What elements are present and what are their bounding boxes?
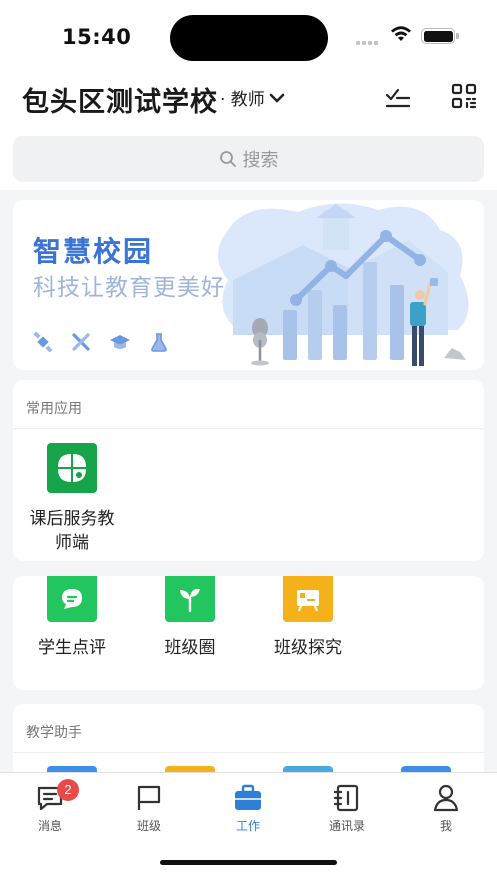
apps-card-2: 学生点评 班级圈 班级探究 xyxy=(13,576,484,690)
person-icon xyxy=(433,784,459,812)
banner-illustration xyxy=(218,203,469,366)
app-label: 学生点评 xyxy=(38,638,106,658)
search-bar[interactable]: 搜索 xyxy=(13,136,484,182)
search-icon xyxy=(219,151,236,167)
tab-label: 工作 xyxy=(235,819,260,833)
contacts-icon xyxy=(333,784,359,812)
clover-icon xyxy=(47,443,97,493)
tools-icon xyxy=(72,333,90,351)
search-placeholder: 搜索 xyxy=(242,150,279,171)
bottom-tab-bar: 2 消息 班级 工作 通讯录 我 xyxy=(0,772,497,883)
battery-icon xyxy=(421,28,459,44)
app-label: 班级圈 xyxy=(164,638,216,658)
sprout-icon xyxy=(165,576,215,622)
tab-messages[interactable]: 2 消息 xyxy=(10,779,90,834)
app-label: 班级探究 xyxy=(274,638,342,658)
role-label: · 教师 xyxy=(220,90,265,110)
flag-icon xyxy=(137,785,161,810)
app-header: 包头区测试学校 · 教师 xyxy=(0,70,497,128)
chevron-down-icon xyxy=(269,93,285,102)
common-apps-title: 常用应用 xyxy=(26,401,82,417)
satellite-icon xyxy=(33,332,53,352)
app-label: 课后服务教师端 xyxy=(29,509,115,553)
board-icon xyxy=(283,576,333,622)
tab-label: 我 xyxy=(439,819,452,833)
divider xyxy=(13,752,484,753)
school-name: 包头区测试学校 xyxy=(22,87,218,118)
banner-title: 智慧校园 xyxy=(33,235,154,268)
app-student-review[interactable]: 学生点评 xyxy=(17,576,127,660)
wifi-icon xyxy=(391,26,411,41)
briefcase-icon xyxy=(235,784,261,810)
home-indicator[interactable] xyxy=(160,860,337,865)
comment-icon xyxy=(47,576,97,622)
dynamic-island xyxy=(170,15,328,61)
search-section: 搜索 xyxy=(0,128,497,190)
tab-work[interactable]: 工作 xyxy=(208,783,288,834)
app-class-circle[interactable]: 班级圈 xyxy=(135,576,245,660)
status-bar: 15:40 xyxy=(0,0,497,70)
common-apps-card: 常用应用 课后服务教师端 xyxy=(13,380,484,561)
status-time: 15:40 xyxy=(62,25,132,49)
tree-figure xyxy=(251,318,269,366)
grid-apps-icon[interactable] xyxy=(451,83,477,109)
flask-icon xyxy=(151,333,167,352)
role-switcher[interactable]: · 教师 xyxy=(220,85,285,110)
tab-label: 消息 xyxy=(37,819,62,833)
tab-label: 通讯录 xyxy=(328,819,365,833)
app-class-inquiry[interactable]: 班级探究 xyxy=(253,576,363,660)
tab-label: 班级 xyxy=(136,819,161,833)
unread-badge: 2 xyxy=(57,779,79,801)
divider xyxy=(13,428,484,429)
tab-contacts[interactable]: 通讯录 xyxy=(307,783,387,834)
tab-me[interactable]: 我 xyxy=(406,783,486,834)
banner-subtitle: 科技让教育更美好 xyxy=(33,275,225,301)
task-list-icon[interactable] xyxy=(384,84,412,110)
teaching-title: 教学助手 xyxy=(26,725,82,741)
promo-banner[interactable]: 智慧校园 科技让教育更美好 xyxy=(13,200,484,370)
app-after-school-teacher[interactable]: 课后服务教师端 xyxy=(17,443,127,555)
banner-icon-row xyxy=(33,332,169,352)
graduation-cap-icon xyxy=(110,335,130,349)
tab-class[interactable]: 班级 xyxy=(109,783,189,834)
